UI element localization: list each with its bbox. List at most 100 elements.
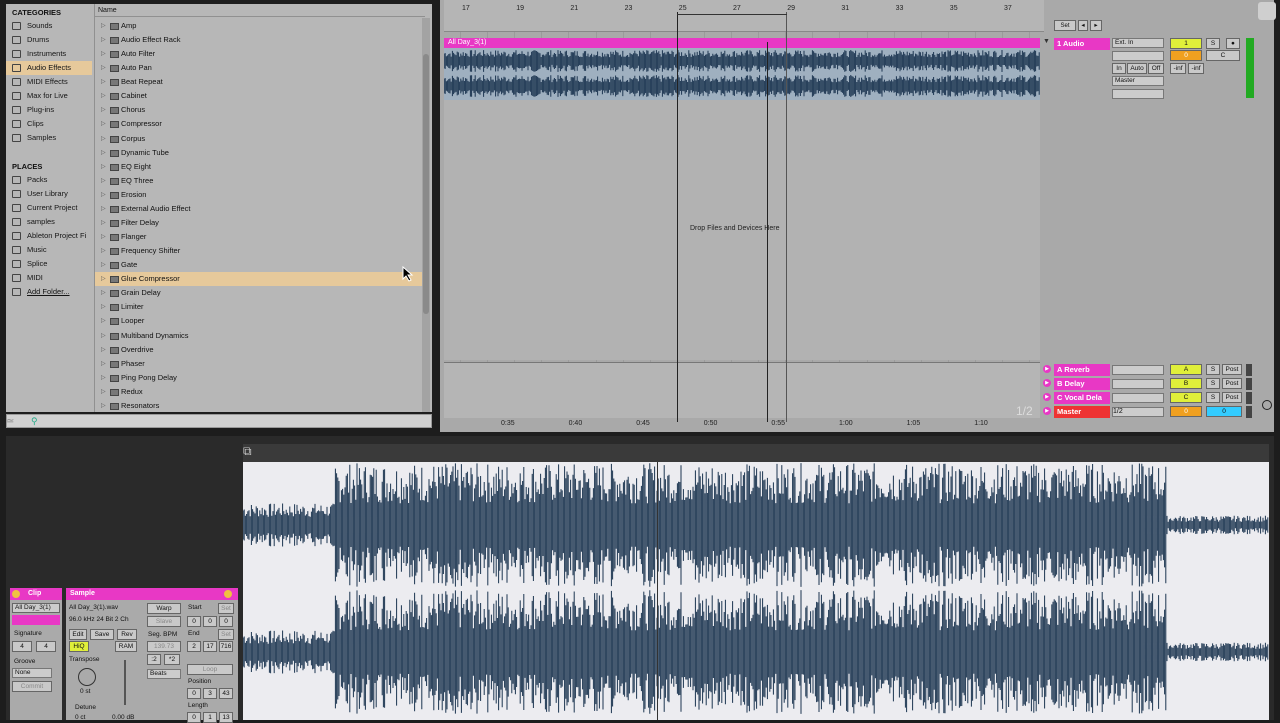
- monitor-off-button[interactable]: Off: [1148, 63, 1164, 74]
- loop-button[interactable]: Loop: [187, 664, 233, 675]
- track-fold-icon[interactable]: ▶: [1043, 393, 1051, 401]
- length-bar[interactable]: 0: [187, 712, 201, 723]
- browser-item[interactable]: ▷ Dynamic Tube: [95, 146, 425, 160]
- expand-arrow-icon[interactable]: ▷: [101, 343, 106, 357]
- search-icon[interactable]: ⚲: [31, 416, 38, 427]
- expand-arrow-icon[interactable]: ▷: [101, 286, 106, 300]
- expand-arrow-icon[interactable]: ▷: [101, 89, 106, 103]
- loop-start-marker[interactable]: [677, 12, 678, 422]
- expand-arrow-icon[interactable]: ▷: [101, 399, 106, 413]
- category-drums[interactable]: Drums: [6, 33, 92, 47]
- track-fold-icon[interactable]: ▶: [1043, 365, 1051, 373]
- return-activator[interactable]: B: [1170, 378, 1202, 389]
- monitor-auto-button[interactable]: Auto: [1127, 63, 1147, 74]
- return-track-a[interactable]: A Reverb: [1054, 364, 1110, 376]
- expand-arrow-icon[interactable]: ▷: [101, 33, 106, 47]
- browser-item[interactable]: ▷ Multiband Dynamics: [95, 329, 425, 343]
- expand-arrow-icon[interactable]: ▷: [101, 357, 106, 371]
- browser-item[interactable]: ▷ Redux: [95, 385, 425, 399]
- browser-item[interactable]: ▷ Ping Pong Delay: [95, 371, 425, 385]
- expand-arrow-icon[interactable]: ▷: [101, 160, 106, 174]
- category-sounds[interactable]: Sounds: [6, 19, 92, 33]
- clip-name-field[interactable]: All Day_3(1): [12, 603, 60, 613]
- place-midi[interactable]: MIDI: [6, 271, 92, 285]
- expand-arrow-icon[interactable]: ▷: [101, 47, 106, 61]
- category-audio-effects[interactable]: Audio Effects: [6, 61, 92, 75]
- input-type-select[interactable]: Ext. In: [1112, 38, 1164, 48]
- slave-button[interactable]: Slave: [147, 616, 181, 627]
- prev-locator-icon[interactable]: ◂: [1078, 20, 1088, 31]
- solo-button[interactable]: S: [1206, 38, 1220, 49]
- sample-waveform-editor[interactable]: [243, 462, 1269, 720]
- next-locator-icon[interactable]: ▸: [1090, 20, 1102, 31]
- return-activator[interactable]: C: [1170, 392, 1202, 403]
- track-activator-1[interactable]: 1: [1170, 38, 1202, 49]
- ram-button[interactable]: RAM: [115, 641, 137, 652]
- expand-arrow-icon[interactable]: ▷: [101, 103, 106, 117]
- browser-item[interactable]: ▷ EQ Three: [95, 174, 425, 188]
- groove-select[interactable]: None: [12, 668, 52, 678]
- category-plug-ins[interactable]: Plug-ins: [6, 103, 92, 117]
- warp-mode-select[interactable]: Beats: [147, 669, 181, 679]
- signature-numerator[interactable]: 4: [12, 641, 32, 652]
- browser-item[interactable]: ▷ Erosion: [95, 188, 425, 202]
- browser-item[interactable]: ▷ Corpus: [95, 132, 425, 146]
- browser-toggle-icon[interactable]: ≃: [6, 416, 14, 427]
- solo-button[interactable]: S: [1206, 378, 1220, 389]
- browser-item[interactable]: ▷ Auto Pan: [95, 61, 425, 75]
- browser-item[interactable]: ▷ Auto Filter: [95, 47, 425, 61]
- edit-button[interactable]: Edit: [69, 629, 87, 640]
- return-activator[interactable]: A: [1170, 364, 1202, 375]
- output-select[interactable]: [1112, 393, 1164, 403]
- hiq-button[interactable]: HiQ: [69, 641, 89, 652]
- expand-arrow-icon[interactable]: ▷: [101, 19, 106, 33]
- browser-item[interactable]: ▷ Frequency Shifter: [95, 244, 425, 258]
- clip-activator-icon[interactable]: [12, 590, 20, 598]
- expand-arrow-icon[interactable]: ▷: [101, 244, 106, 258]
- expand-arrow-icon[interactable]: ▷: [101, 132, 106, 146]
- browser-item[interactable]: ▷ Beat Repeat: [95, 75, 425, 89]
- save-button[interactable]: Save: [90, 629, 114, 640]
- expand-arrow-icon[interactable]: ▷: [101, 202, 106, 216]
- category-clips[interactable]: Clips: [6, 117, 92, 131]
- clip-gain-slider[interactable]: [124, 660, 126, 705]
- clip-color-chooser[interactable]: [12, 615, 60, 625]
- browser-item[interactable]: ▷ Compressor: [95, 117, 425, 131]
- output-select[interactable]: [1112, 379, 1164, 389]
- return-track-lanes[interactable]: [444, 362, 1040, 418]
- browser-item[interactable]: ▷ Cabinet: [95, 89, 425, 103]
- place-samples[interactable]: samples: [6, 215, 92, 229]
- overview-icon[interactable]: [1262, 400, 1272, 410]
- return-track-b[interactable]: B Delay: [1054, 378, 1110, 390]
- expand-arrow-icon[interactable]: ▷: [101, 146, 106, 160]
- return-track-master[interactable]: Master: [1054, 406, 1110, 418]
- input-channel-select[interactable]: [1112, 51, 1164, 61]
- browser-item[interactable]: ▷ Gate: [95, 258, 425, 272]
- browser-item[interactable]: ▷ Grain Delay: [95, 286, 425, 300]
- browser-item[interactable]: ▷ Resonators: [95, 399, 425, 413]
- reverse-button[interactable]: Rev: [117, 629, 137, 640]
- browser-item[interactable]: ▷ Glue Compressor: [95, 272, 425, 287]
- expand-arrow-icon[interactable]: ▷: [101, 385, 106, 399]
- monitor-in-button[interactable]: In: [1112, 63, 1126, 74]
- place-music[interactable]: Music: [6, 243, 92, 257]
- place-ableton-project-fi[interactable]: Ableton Project Fi: [6, 229, 92, 243]
- place-add-folder-[interactable]: Add Folder...: [6, 285, 92, 299]
- browser-item[interactable]: ▷ Amp: [95, 19, 425, 33]
- expand-arrow-icon[interactable]: ▷: [101, 230, 106, 244]
- track-fold-icon[interactable]: ▶: [1043, 407, 1051, 415]
- expand-arrow-icon[interactable]: ▷: [101, 314, 106, 328]
- signature-denominator[interactable]: 4: [36, 641, 56, 652]
- end-bar[interactable]: 2: [187, 641, 201, 652]
- sample-ruler[interactable]: [243, 444, 1269, 462]
- category-samples[interactable]: Samples: [6, 131, 92, 145]
- length-beat[interactable]: 1: [203, 712, 217, 723]
- seg-bpm-value[interactable]: 139.73: [147, 641, 181, 652]
- position-beat[interactable]: 3: [203, 688, 217, 699]
- half-tempo-button[interactable]: :2: [147, 654, 161, 665]
- category-instruments[interactable]: Instruments: [6, 47, 92, 61]
- set-end-button[interactable]: Set: [218, 629, 234, 640]
- place-packs[interactable]: Packs: [6, 173, 92, 187]
- place-splice[interactable]: Splice: [6, 257, 92, 271]
- set-start-button[interactable]: Set: [218, 603, 234, 614]
